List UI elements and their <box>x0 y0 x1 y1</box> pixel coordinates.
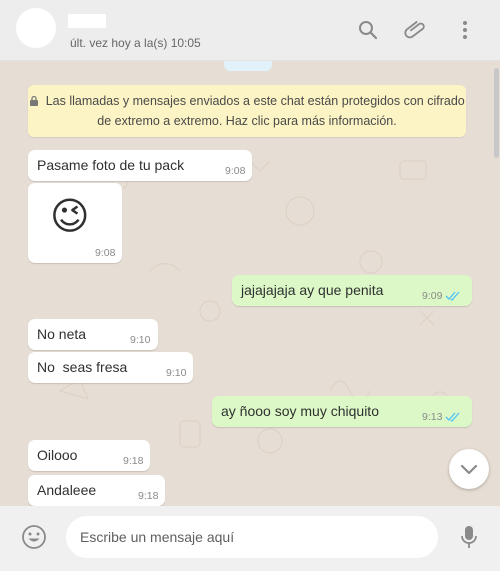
paperclip-icon[interactable] <box>404 18 428 42</box>
message-text: Andaleee <box>37 482 97 498</box>
message-bubble-incoming[interactable]: No seas fresa 9:10 <box>28 352 193 383</box>
message-time: 9:09 <box>422 290 443 302</box>
message-bubble-incoming[interactable]: Oilooo 9:18 <box>28 440 150 471</box>
chat-scrollbar[interactable] <box>494 68 499 158</box>
message-time: 9:10 <box>130 334 151 346</box>
notice-line-1: Las llamadas y mensajes enviados a este … <box>45 94 465 108</box>
contact-name-redacted[interactable] <box>68 14 106 28</box>
message-text: jajajajaja ay que penita <box>241 282 384 298</box>
read-ticks-icon <box>445 291 460 301</box>
emoji-icon[interactable] <box>20 523 48 551</box>
message-input-container[interactable] <box>66 516 438 558</box>
message-bubble-incoming[interactable]: Andaleee 9:18 <box>28 475 165 506</box>
message-bubble-incoming[interactable]: No neta 9:10 <box>28 319 158 350</box>
chat-header: últ. vez hoy a la(s) 10:05 <box>0 0 500 61</box>
message-bubble-incoming[interactable]: Pasame foto de tu pack 9:08 <box>28 150 252 181</box>
message-time: 9:10 <box>166 367 187 379</box>
message-bubble-outgoing[interactable]: jajajajaja ay que penita 9:09 <box>232 275 472 306</box>
read-ticks-icon <box>445 412 460 422</box>
kebab-menu-icon[interactable] <box>453 18 477 42</box>
lock-icon <box>29 94 45 108</box>
message-time: 9:08 <box>225 165 246 177</box>
message-text: Oilooo <box>37 447 78 463</box>
message-time: 9:13 <box>422 411 443 423</box>
message-text: Pasame foto de tu pack <box>37 157 185 173</box>
wink-emoji: 😉 <box>50 196 90 238</box>
scroll-to-bottom-button[interactable] <box>449 449 489 489</box>
message-input[interactable] <box>80 529 420 545</box>
contact-avatar[interactable] <box>16 8 56 48</box>
microphone-icon[interactable] <box>458 523 480 553</box>
search-icon[interactable] <box>356 18 380 42</box>
message-bubble-incoming-emoji[interactable]: 😉 9:08 <box>28 183 122 263</box>
message-time: 9:08 <box>95 247 116 259</box>
message-text: ay ñooo soy muy chiquito <box>221 403 379 419</box>
message-time: 9:18 <box>138 490 159 502</box>
message-bubble-outgoing[interactable]: ay ñooo soy muy chiquito 9:13 <box>212 396 472 427</box>
message-text: No seas fresa <box>37 359 128 375</box>
chat-area[interactable]: Las llamadas y mensajes enviados a este … <box>0 61 500 506</box>
message-time: 9:18 <box>123 455 144 467</box>
message-text: No neta <box>37 326 87 342</box>
composer-bar <box>0 506 500 571</box>
encryption-notice[interactable]: Las llamadas y mensajes enviados a este … <box>28 85 466 137</box>
chevron-down-icon <box>460 464 478 475</box>
last-seen-status: últ. vez hoy a la(s) 10:05 <box>70 36 201 50</box>
date-chip <box>224 61 272 71</box>
notice-line-2: de extremo a extremo. Haz clic para más … <box>97 114 397 128</box>
